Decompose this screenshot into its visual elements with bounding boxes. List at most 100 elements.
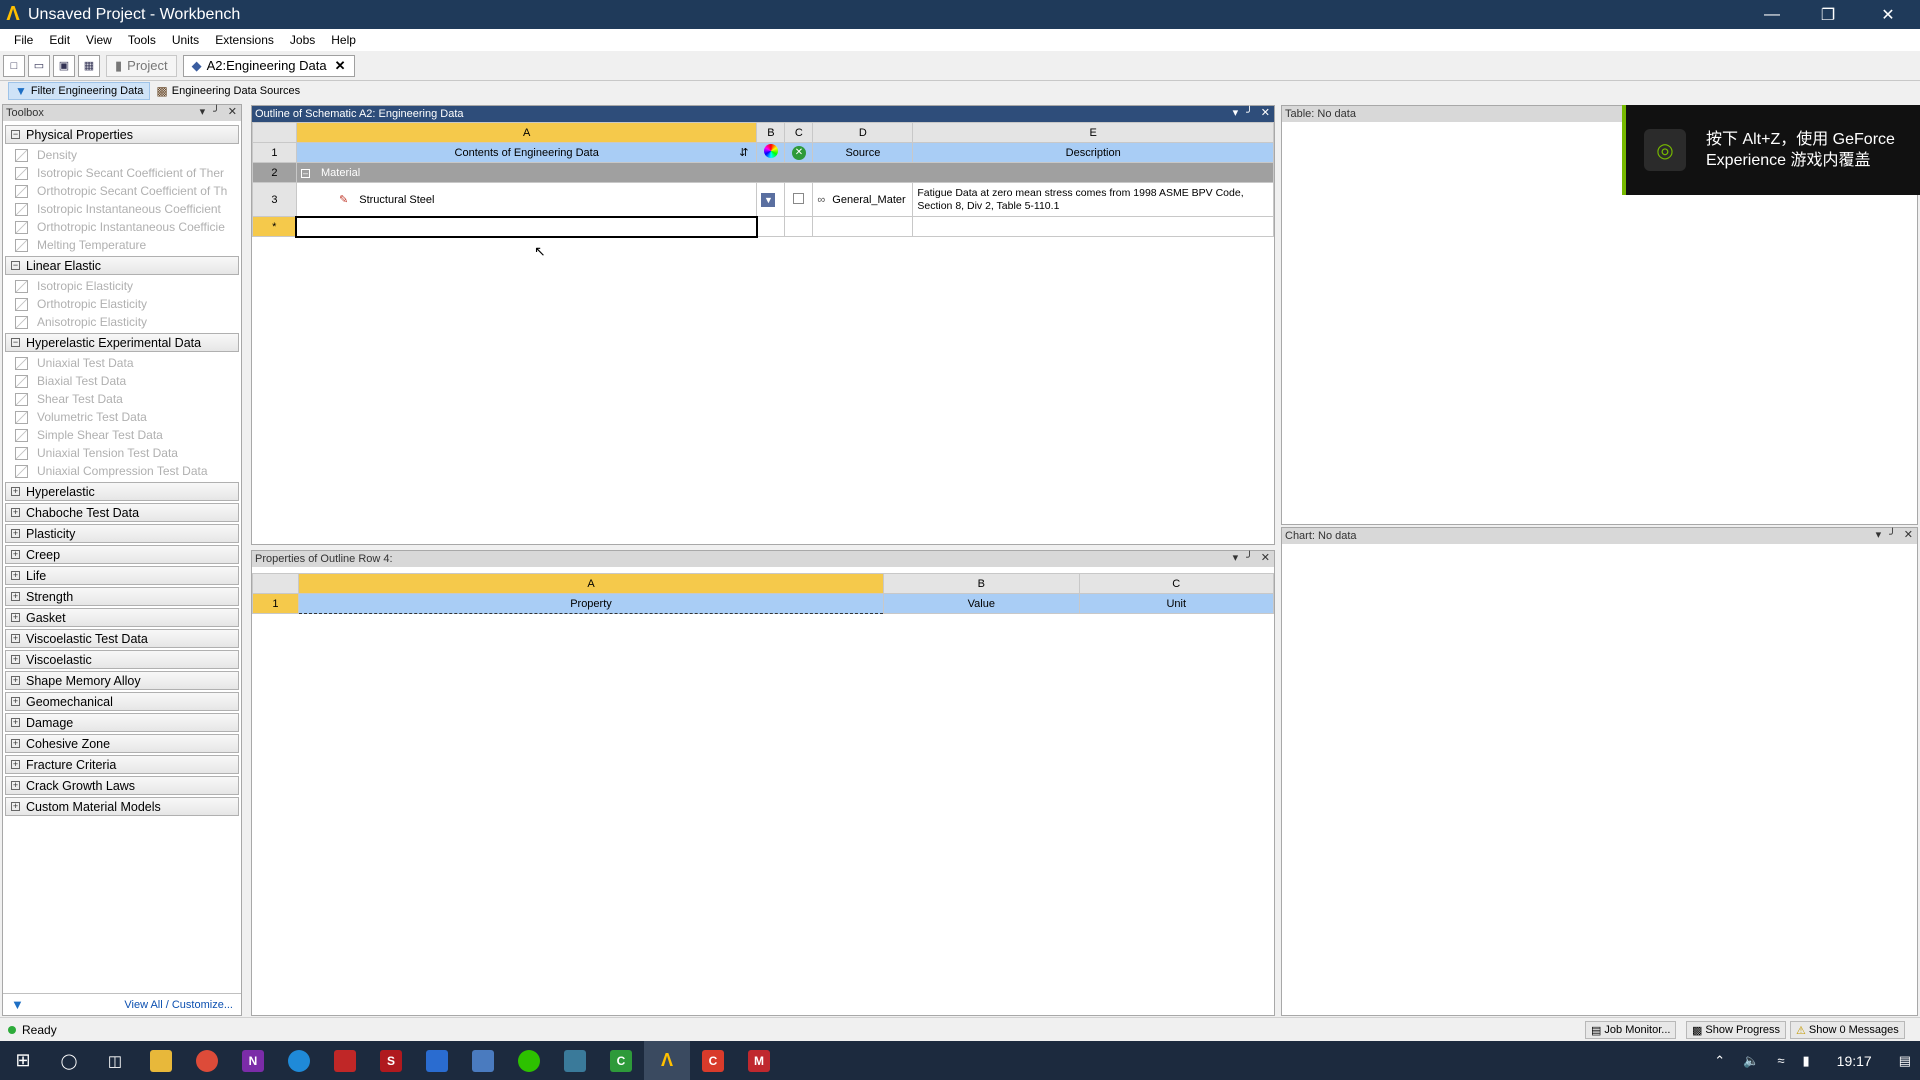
expand-icon[interactable]: +: [11, 676, 20, 685]
onenote-icon[interactable]: N: [230, 1041, 276, 1080]
close-icon[interactable]: ✕: [1261, 106, 1270, 119]
toolbox-category[interactable]: + Gasket: [5, 608, 239, 627]
expand-icon[interactable]: +: [11, 655, 20, 664]
app-icon[interactable]: [322, 1041, 368, 1080]
toolbox-category[interactable]: + Geomechanical: [5, 692, 239, 711]
expand-icon[interactable]: +: [11, 508, 20, 517]
collapse-icon[interactable]: −: [11, 130, 20, 139]
menu-tools[interactable]: Tools: [120, 33, 164, 47]
expand-icon[interactable]: +: [11, 529, 20, 538]
toolbox-category[interactable]: + Shape Memory Alloy: [5, 671, 239, 690]
expand-icon[interactable]: +: [11, 802, 20, 811]
toolbox-category[interactable]: + Plasticity: [5, 524, 239, 543]
expand-icon[interactable]: +: [11, 781, 20, 790]
column-header-b[interactable]: B: [756, 122, 786, 143]
expand-icon[interactable]: +: [11, 697, 20, 706]
toolbox-item[interactable]: Orthotropic Secant Coefficient of Th: [5, 182, 239, 200]
expand-icon[interactable]: +: [11, 487, 20, 496]
new-material-input[interactable]: [295, 215, 758, 238]
menu-file[interactable]: File: [6, 33, 41, 47]
toolbox-item[interactable]: Anisotropic Elasticity: [5, 313, 239, 331]
close-tab-icon[interactable]: ✕: [335, 58, 346, 74]
app-icon[interactable]: [414, 1041, 460, 1080]
column-header-e[interactable]: E: [912, 122, 1274, 143]
toolbox-category[interactable]: + Fracture Criteria: [5, 755, 239, 774]
menu-help[interactable]: Help: [323, 33, 364, 47]
expand-icon[interactable]: +: [11, 718, 20, 727]
sort-icon[interactable]: ⇵: [739, 146, 748, 159]
chrome-icon[interactable]: [184, 1041, 230, 1080]
expand-icon[interactable]: +: [11, 571, 20, 580]
edge-icon[interactable]: [276, 1041, 322, 1080]
app-icon[interactable]: [552, 1041, 598, 1080]
suppress-checkbox-cell[interactable]: [784, 182, 814, 217]
menu-extensions[interactable]: Extensions: [207, 33, 282, 47]
app-icon[interactable]: C: [598, 1041, 644, 1080]
app-icon[interactable]: C: [690, 1041, 736, 1080]
toolbox-item[interactable]: Biaxial Test Data: [5, 372, 239, 390]
toolbox-item[interactable]: Uniaxial Tension Test Data: [5, 444, 239, 462]
dropdown-icon[interactable]: ▾: [200, 105, 206, 118]
open-project-button[interactable]: ▭: [28, 54, 50, 77]
toolbox-item[interactable]: Isotropic Instantaneous Coefficient: [5, 200, 239, 218]
toolbox-category[interactable]: + Cohesive Zone: [5, 734, 239, 753]
app-icon[interactable]: M: [736, 1041, 782, 1080]
filter-engineering-data-button[interactable]: ▼ Filter Engineering Data: [8, 82, 151, 100]
pin-icon[interactable]: ╯: [1889, 528, 1896, 541]
show-progress-button[interactable]: ▩ Show Progress: [1686, 1021, 1786, 1039]
expand-icon[interactable]: +: [11, 739, 20, 748]
close-icon[interactable]: ✕: [1261, 551, 1270, 564]
pin-icon[interactable]: ╯: [213, 105, 220, 118]
expand-icon[interactable]: +: [11, 550, 20, 559]
menu-units[interactable]: Units: [164, 33, 207, 47]
menu-edit[interactable]: Edit: [41, 33, 78, 47]
wifi-icon[interactable]: ≈: [1777, 1053, 1784, 1068]
collapse-icon[interactable]: −: [11, 338, 20, 347]
windows-start-icon[interactable]: ⊞: [0, 1041, 46, 1080]
toolbox-category[interactable]: + Life: [5, 566, 239, 585]
engineering-data-sources-button[interactable]: ▩ Engineering Data Sources: [150, 82, 306, 100]
ansys-workbench-icon[interactable]: Λ: [644, 1041, 690, 1080]
close-button[interactable]: ✕: [1860, 0, 1916, 29]
new-row[interactable]: *: [252, 215, 1274, 238]
toolbox-item[interactable]: Uniaxial Test Data: [5, 354, 239, 372]
toolbox-item[interactable]: Orthotropic Instantaneous Coefficie: [5, 218, 239, 236]
toolbox-category[interactable]: + Viscoelastic: [5, 650, 239, 669]
toolbox-category[interactable]: + Custom Material Models: [5, 797, 239, 816]
task-view-icon[interactable]: ◫: [92, 1041, 138, 1080]
close-icon[interactable]: ✕: [1904, 528, 1913, 541]
battery-icon[interactable]: ▮: [1803, 1053, 1810, 1069]
expand-icon[interactable]: +: [11, 613, 20, 622]
column-header-a[interactable]: A: [297, 573, 885, 594]
toolbox-category[interactable]: + Strength: [5, 587, 239, 606]
expand-icon[interactable]: +: [11, 592, 20, 601]
toolbox-category[interactable]: − Hyperelastic Experimental Data: [5, 333, 239, 352]
filter-icon[interactable]: ▼: [11, 997, 24, 1012]
clock[interactable]: 19:17: [1837, 1053, 1872, 1069]
column-header-d[interactable]: D: [812, 122, 914, 143]
suppress-checkbox[interactable]: [793, 192, 805, 204]
app-icon[interactable]: [460, 1041, 506, 1080]
file-explorer-icon[interactable]: [138, 1041, 184, 1080]
tab-engineering-data[interactable]: ◆ A2:Engineering Data ✕: [182, 54, 355, 77]
pin-icon[interactable]: ╯: [1246, 106, 1253, 119]
toolbox-item[interactable]: Isotropic Secant Coefficient of Ther: [5, 164, 239, 182]
collapse-icon[interactable]: −: [11, 261, 20, 270]
dropdown-icon[interactable]: ▾: [1876, 528, 1882, 541]
job-monitor-button[interactable]: ▤ Job Monitor...: [1585, 1021, 1677, 1039]
view-all-customize-link[interactable]: View All / Customize...: [124, 999, 233, 1011]
save-as-button[interactable]: ▦: [78, 54, 100, 77]
expand-icon[interactable]: +: [11, 760, 20, 769]
show-messages-button[interactable]: ⚠ Show 0 Messages: [1790, 1021, 1905, 1039]
toolbox-category[interactable]: + Crack Growth Laws: [5, 776, 239, 795]
pin-icon[interactable]: ╯: [1246, 551, 1253, 564]
toolbox-category[interactable]: − Physical Properties: [5, 125, 239, 144]
toolbox-item[interactable]: Shear Test Data: [5, 390, 239, 408]
menu-view[interactable]: View: [78, 33, 120, 47]
column-header-c[interactable]: C: [784, 122, 814, 143]
notification-icon[interactable]: ▤: [1899, 1053, 1911, 1069]
wechat-icon[interactable]: [506, 1041, 552, 1080]
column-header-a[interactable]: A: [295, 122, 758, 143]
toolbox-category[interactable]: + Creep: [5, 545, 239, 564]
solidworks-icon[interactable]: S: [368, 1041, 414, 1080]
